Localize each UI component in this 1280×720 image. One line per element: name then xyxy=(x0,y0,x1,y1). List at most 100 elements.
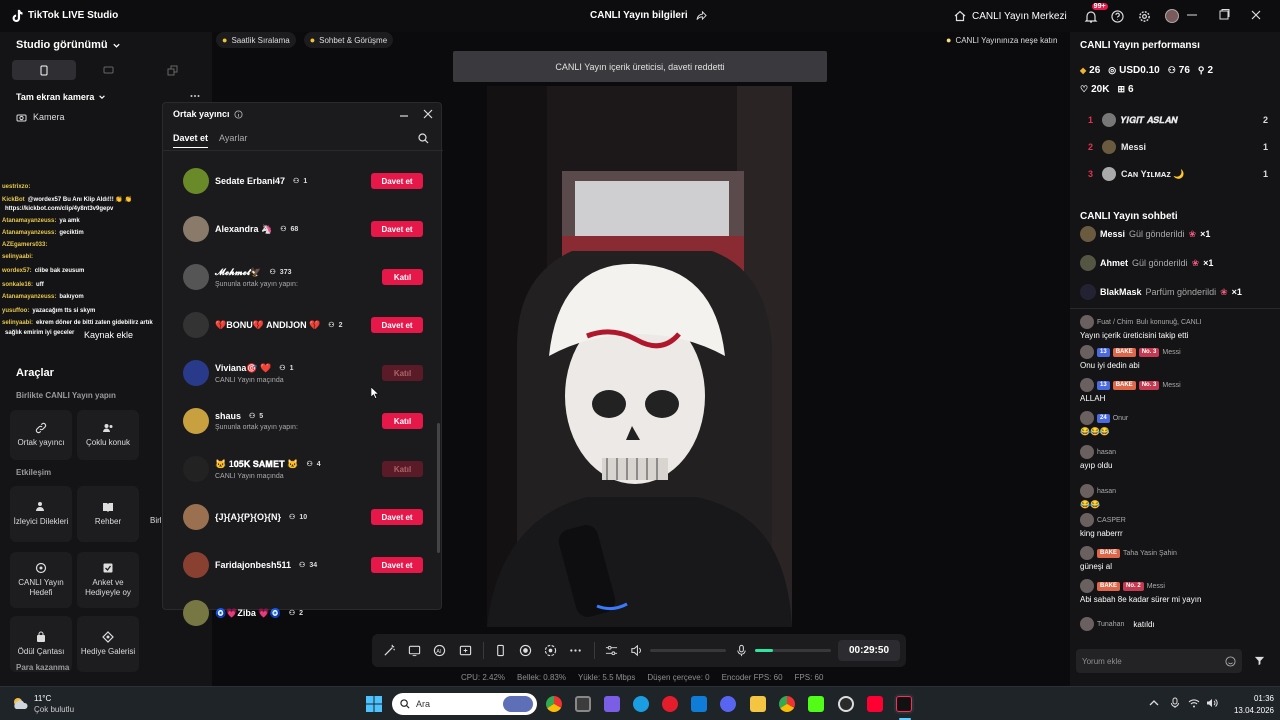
ai-icon[interactable]: AI xyxy=(433,644,446,657)
speaker-icon[interactable] xyxy=(630,644,643,657)
share-icon[interactable] xyxy=(696,10,707,21)
help-icon[interactable] xyxy=(1111,9,1124,23)
earning-section-title: Para kazanma xyxy=(16,663,70,672)
teams-icon[interactable] xyxy=(604,696,620,712)
landscape-orientation-button[interactable] xyxy=(76,60,140,80)
record-icon[interactable] xyxy=(519,644,532,657)
invite-button[interactable]: Davet et xyxy=(371,221,423,237)
opera-icon[interactable] xyxy=(662,696,678,712)
gift-count: ×1 xyxy=(1231,287,1242,297)
weather-icon[interactable] xyxy=(10,695,30,711)
joy-chip[interactable]: ● CANLI Yayınınıza neşe katın xyxy=(940,32,1063,48)
audio-mixer-icon[interactable] xyxy=(605,644,618,657)
close-window-icon[interactable] xyxy=(1250,8,1262,22)
file-explorer-icon[interactable] xyxy=(750,696,766,712)
speaker-volume-slider[interactable] xyxy=(650,649,726,652)
search-icon[interactable] xyxy=(418,133,429,144)
add-media-icon[interactable] xyxy=(459,644,472,657)
viewer-requests-button[interactable]: İzleyici Dilekleri xyxy=(10,486,72,542)
invite-button[interactable]: Davet et xyxy=(371,557,423,573)
chat-author[interactable]: Onur xyxy=(1113,415,1129,422)
volume-icon[interactable] xyxy=(1206,697,1218,709)
notifications-button[interactable]: 99+ xyxy=(1081,3,1108,24)
hourly-ranking-chip[interactable]: ● Saatlik Sıralama xyxy=(216,32,296,48)
add-source-button[interactable]: Kaynak ekle xyxy=(84,330,133,340)
microphone-icon[interactable] xyxy=(735,644,748,657)
chat-author[interactable]: Taha Yasin Şahin xyxy=(1123,550,1177,557)
camera-switch-icon[interactable] xyxy=(544,644,557,657)
join-button[interactable]: Katıl xyxy=(382,413,423,429)
more-options-icon[interactable] xyxy=(190,94,200,98)
chat-author[interactable]: CASPER xyxy=(1097,517,1126,524)
chat-author[interactable]: Tunahan xyxy=(1097,621,1124,628)
partial-tool-label[interactable]: Birl xyxy=(150,516,162,525)
dual-screen-icon xyxy=(167,65,177,75)
invite-button[interactable]: Davet et xyxy=(371,173,423,189)
mic-volume-slider[interactable] xyxy=(755,649,831,652)
settings-gear-icon[interactable] xyxy=(1138,10,1151,23)
join-button[interactable]: Katıl xyxy=(382,269,423,285)
cohost-tool-button[interactable]: Ortak yayıncı xyxy=(10,410,72,460)
chat-meet-chip[interactable]: ● Sohbet & Görüşme xyxy=(303,32,394,48)
live-goal-button[interactable]: CANLI Yayın Hedefi xyxy=(10,552,72,608)
mail-icon[interactable] xyxy=(691,696,707,712)
edge-icon[interactable] xyxy=(633,696,649,712)
wifi-icon[interactable] xyxy=(1188,697,1200,709)
studio-view-dropdown[interactable]: Studio görünümü xyxy=(16,39,121,51)
tiktok-studio-taskbar-icon[interactable] xyxy=(896,696,912,712)
chat-author[interactable]: Messi xyxy=(1162,349,1180,356)
filter-icon[interactable] xyxy=(1254,655,1265,666)
chat-author[interactable]: Fuat / Chim xyxy=(1097,319,1133,326)
maximize-icon[interactable] xyxy=(1218,8,1230,22)
tiktok-logo-icon xyxy=(12,9,23,23)
portrait-orientation-button[interactable] xyxy=(12,60,76,80)
task-view-icon[interactable] xyxy=(575,696,591,712)
follower-count: 1 xyxy=(303,177,308,185)
scrollbar[interactable] xyxy=(437,423,440,553)
minimize-panel-icon[interactable] xyxy=(399,111,409,121)
info-icon[interactable] xyxy=(233,109,243,119)
windows-start-icon[interactable] xyxy=(366,696,382,712)
chevron-up-icon[interactable] xyxy=(1149,699,1159,707)
ranking-row[interactable]: 3 Cᴀɴ Yɪʟᴍᴀᴢ 🌙 1 xyxy=(1078,165,1268,183)
clock-time[interactable]: 01:36 xyxy=(1226,694,1274,703)
screen-share-icon[interactable] xyxy=(408,644,421,657)
chrome-icon[interactable] xyxy=(546,696,562,712)
close-panel-icon[interactable] xyxy=(423,109,433,119)
emoji-icon[interactable] xyxy=(1225,655,1236,667)
guide-button[interactable]: Rehber xyxy=(77,486,139,542)
gift-gallery-button[interactable]: Hediye Galerisi xyxy=(77,616,139,672)
camera-source[interactable]: Kamera xyxy=(16,112,65,122)
ranking-row[interactable]: 2 Messi 1 xyxy=(1078,138,1268,156)
user-avatar[interactable] xyxy=(1164,9,1179,23)
more-controls-icon[interactable] xyxy=(569,644,582,657)
live-info-title[interactable]: CANLI Yayın bilgileri xyxy=(590,10,707,21)
invite-button[interactable]: Davet et xyxy=(371,317,423,333)
poll-button[interactable]: Anket ve Hediyeyle oy xyxy=(77,552,139,608)
obs-icon[interactable] xyxy=(838,696,854,712)
home-icon[interactable] xyxy=(954,10,966,22)
phone-icon[interactable] xyxy=(494,644,507,657)
chat-author[interactable]: Messi xyxy=(1147,583,1165,590)
discord-icon[interactable] xyxy=(720,696,736,712)
effects-wand-icon[interactable] xyxy=(383,644,396,657)
live-center-link[interactable]: CANLI Yayın Merkezi xyxy=(972,11,1067,22)
scene-dropdown[interactable]: Tam ekran kamera xyxy=(16,92,106,102)
kick-icon[interactable] xyxy=(808,696,824,712)
youtube-icon[interactable] xyxy=(867,696,883,712)
chat-author[interactable]: hasan xyxy=(1097,449,1116,456)
taskbar-search[interactable]: Ara xyxy=(392,693,537,715)
tab-settings[interactable]: Ayarlar xyxy=(219,133,247,143)
chat-author[interactable]: Messi xyxy=(1162,382,1180,389)
dual-orientation-button[interactable] xyxy=(140,60,204,80)
ranking-row[interactable]: 1 𝒀𝑰𝑮𝑰𝑻 𝑨𝑺𝑳𝑨𝑵 2 xyxy=(1078,111,1268,129)
chrome-profile-icon[interactable] xyxy=(779,696,795,712)
microphone-tray-icon[interactable] xyxy=(1170,697,1180,709)
invite-button[interactable]: Davet et xyxy=(371,509,423,525)
multi-guest-button[interactable]: Çoklu konuk xyxy=(77,410,139,460)
tab-invite[interactable]: Davet et xyxy=(173,133,208,143)
chat-author[interactable]: hasan xyxy=(1097,488,1116,495)
clock-date[interactable]: 13.04.2026 xyxy=(1226,706,1274,715)
comment-input[interactable]: Yorum ekle xyxy=(1076,649,1242,673)
minimize-icon[interactable] xyxy=(1186,8,1198,22)
